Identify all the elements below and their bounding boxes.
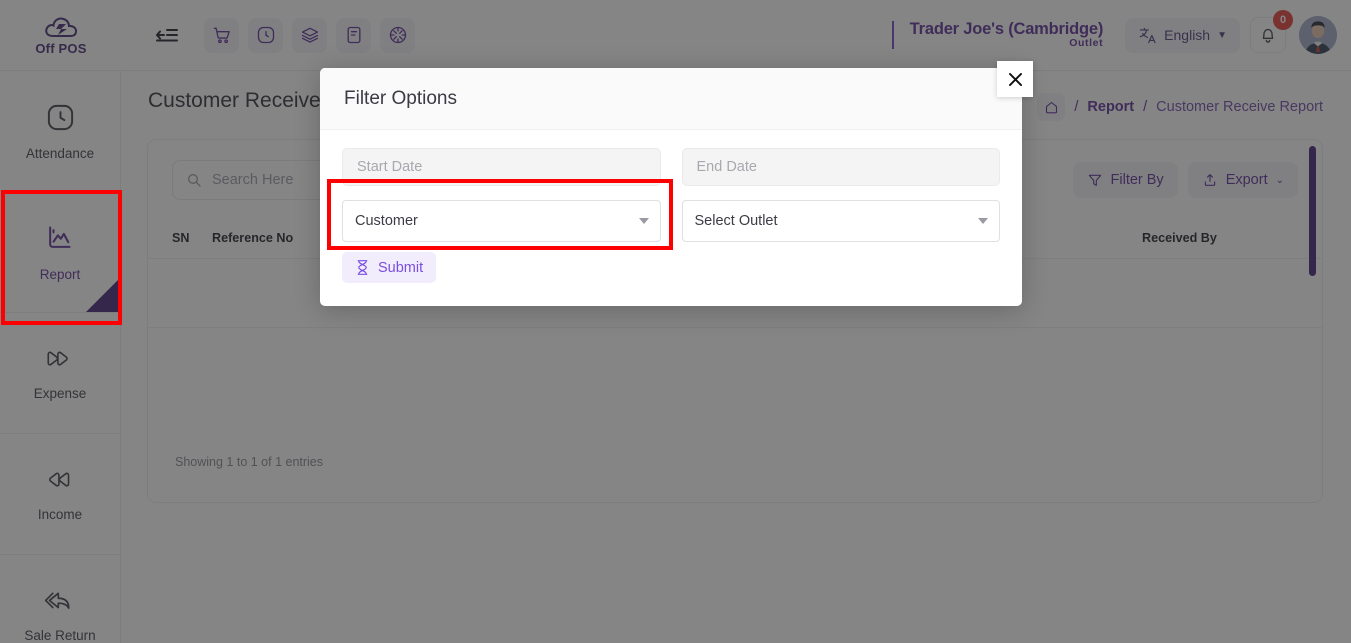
close-modal-button[interactable] xyxy=(997,61,1033,97)
modal-body: Start Date End Date Customer Select Outl… xyxy=(320,130,1022,283)
selects-row: Customer Select Outlet xyxy=(342,200,1000,242)
end-date-placeholder: End Date xyxy=(696,159,757,175)
start-date-placeholder: Start Date xyxy=(357,159,423,175)
customer-select-value: Customer xyxy=(355,213,418,229)
end-date-input[interactable]: End Date xyxy=(681,148,1000,186)
date-range-row: Start Date End Date xyxy=(342,148,1000,186)
modal-header: Filter Options xyxy=(320,68,1022,130)
chevron-down-icon xyxy=(638,218,649,224)
start-date-input[interactable]: Start Date xyxy=(342,148,661,186)
hourglass-icon xyxy=(357,260,368,275)
customer-select[interactable]: Customer xyxy=(342,200,661,242)
submit-button[interactable]: Submit xyxy=(342,252,437,283)
outlet-select[interactable]: Select Outlet xyxy=(681,200,1000,242)
submit-label: Submit xyxy=(378,259,424,276)
filter-options-modal: Filter Options Start Date End Date Custo… xyxy=(320,68,1022,306)
modal-title: Filter Options xyxy=(344,87,457,109)
outlet-select-value: Select Outlet xyxy=(694,213,778,229)
close-icon xyxy=(1008,72,1022,86)
chevron-down-icon xyxy=(978,218,988,224)
